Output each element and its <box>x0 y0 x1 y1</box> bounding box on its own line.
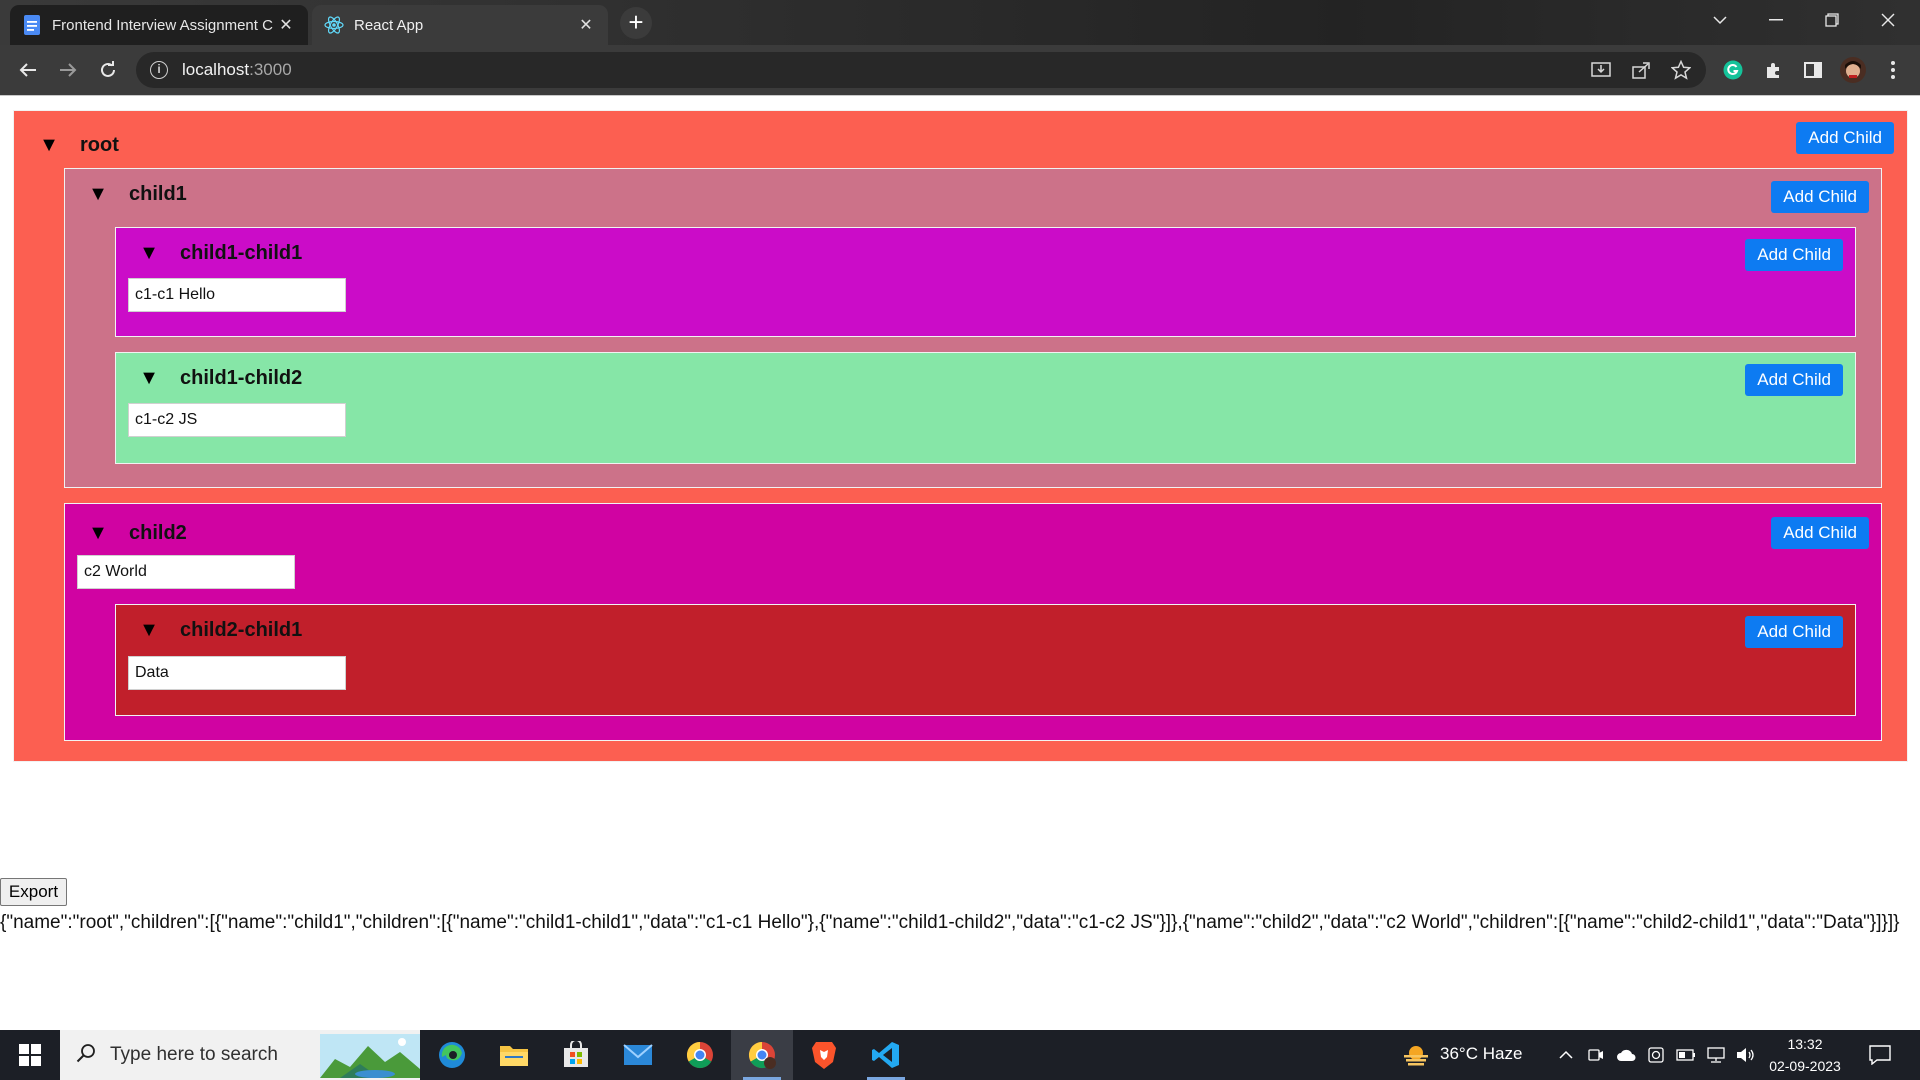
windows-start-icon[interactable] <box>0 1030 60 1080</box>
add-child-button[interactable]: Add Child <box>1745 616 1843 648</box>
new-tab-icon[interactable]: + <box>620 7 652 39</box>
weather-text[interactable]: 36°C Haze <box>1440 1044 1522 1064</box>
node-name: child1-child2 <box>180 366 303 389</box>
collapse-triangle-icon[interactable]: ▼ <box>138 368 160 388</box>
back-icon[interactable] <box>12 54 44 86</box>
grammarly-icon[interactable] <box>1720 57 1746 83</box>
weather-haze-icon <box>1402 1042 1430 1068</box>
share-icon[interactable] <box>1628 57 1654 83</box>
onedrive-cloud-icon[interactable] <box>1616 1045 1636 1065</box>
address-port: :3000 <box>249 60 292 79</box>
collapse-triangle-icon[interactable]: ▼ <box>87 523 109 543</box>
volume-icon[interactable] <box>1736 1045 1756 1065</box>
browser-toolbar: i localhost :3000 <box>0 45 1920 95</box>
browser-tab-strip: Frontend Interview Assignment C ✕ React … <box>0 0 1920 45</box>
clock-time: 13:32 <box>1787 1036 1823 1052</box>
node-name: root <box>80 133 119 156</box>
chrome-icon[interactable] <box>669 1030 731 1080</box>
edge-app-icon[interactable] <box>421 1030 483 1080</box>
tree-node-child1-child2: ▼ child1-child2 Add Child <box>115 352 1856 464</box>
node-name: child2 <box>129 521 187 544</box>
vscode-icon[interactable] <box>855 1030 917 1080</box>
taskbar-search-box[interactable]: Type here to search <box>60 1030 420 1080</box>
collapse-triangle-icon[interactable]: ▼ <box>138 243 160 263</box>
node-name: child1-child1 <box>180 241 303 264</box>
collapse-triangle-icon[interactable]: ▼ <box>138 620 160 640</box>
docs-icon <box>22 15 42 35</box>
forward-icon[interactable] <box>52 54 84 86</box>
brave-icon[interactable] <box>793 1030 855 1080</box>
node-header: ▼ child1-child2 <box>138 353 302 403</box>
collapse-triangle-icon[interactable]: ▼ <box>38 135 60 155</box>
windows-taskbar: Type here to search 36°C Haze 13:32 02-0… <box>0 1030 1920 1080</box>
node-data-input[interactable] <box>77 555 295 589</box>
node-header: ▼ child2 <box>87 508 187 558</box>
react-icon <box>324 15 344 35</box>
tab-react-app[interactable]: React App ✕ <box>312 5 608 45</box>
install-app-icon[interactable] <box>1588 57 1614 83</box>
restore-icon[interactable] <box>1804 0 1860 40</box>
network-icon[interactable] <box>1706 1045 1726 1065</box>
search-highlight-illustration <box>320 1034 420 1078</box>
address-bar[interactable]: i localhost :3000 <box>136 52 1706 88</box>
battery-icon[interactable] <box>1676 1045 1696 1065</box>
node-name: child2-child1 <box>180 618 303 641</box>
tree-node-child1-child1: ▼ child1-child1 Add Child <box>115 227 1856 337</box>
node-header: ▼ child1-child1 <box>138 228 302 278</box>
node-data-input[interactable] <box>128 278 346 312</box>
chrome-profile-app-icon[interactable] <box>731 1030 793 1080</box>
address-host: localhost <box>182 60 250 79</box>
meet-now-icon[interactable] <box>1586 1045 1606 1065</box>
tab-search-chevron-icon[interactable] <box>1692 0 1748 40</box>
notifications-icon[interactable] <box>1868 1043 1892 1067</box>
node-header: ▼ child1 <box>87 169 187 219</box>
close-window-icon[interactable] <box>1860 0 1916 40</box>
add-child-button[interactable]: Add Child <box>1745 364 1843 396</box>
tree-node-root: ▼ root Add Child ▼ child1 Add Child ▼ ch… <box>13 110 1908 762</box>
tree-node-child1: ▼ child1 Add Child ▼ child1-child1 Add C… <box>64 168 1882 488</box>
menu-kebab-icon[interactable] <box>1880 57 1906 83</box>
close-tab-icon[interactable]: ✕ <box>276 15 296 35</box>
close-tab-icon[interactable]: ✕ <box>576 15 596 35</box>
node-header: ▼ child2-child1 <box>138 605 302 655</box>
minimize-icon[interactable] <box>1748 0 1804 40</box>
node-header: ▼ root <box>38 120 119 170</box>
security-icon[interactable] <box>1646 1045 1666 1065</box>
tab-title: Frontend Interview Assignment C <box>52 16 273 34</box>
site-info-icon[interactable]: i <box>150 61 168 79</box>
search-placeholder: Type here to search <box>110 1044 278 1065</box>
tree-node-child2-child1: ▼ child2-child1 Add Child <box>115 604 1856 716</box>
mail-icon[interactable] <box>607 1030 669 1080</box>
node-data-input[interactable] <box>128 403 346 437</box>
json-output: {"name":"root","children":[{"name":"chil… <box>0 912 1900 933</box>
bookmark-star-icon[interactable] <box>1668 57 1694 83</box>
react-app-page: ▼ root Add Child ▼ child1 Add Child ▼ ch… <box>0 96 1920 1030</box>
add-child-button[interactable]: Add Child <box>1771 181 1869 213</box>
tab-title: React App <box>354 16 424 34</box>
search-icon <box>76 1043 96 1068</box>
clock-date: 02-09-2023 <box>1769 1058 1841 1074</box>
extensions-icon[interactable] <box>1760 57 1786 83</box>
profile-avatar[interactable] <box>1840 57 1866 83</box>
system-clock[interactable]: 13:32 02-09-2023 <box>1760 1033 1850 1077</box>
microsoft-store-icon[interactable] <box>545 1030 607 1080</box>
add-child-button[interactable]: Add Child <box>1796 122 1894 154</box>
side-panel-icon[interactable] <box>1800 57 1826 83</box>
collapse-triangle-icon[interactable]: ▼ <box>87 184 109 204</box>
file-explorer-icon[interactable] <box>483 1030 545 1080</box>
add-child-button[interactable]: Add Child <box>1745 239 1843 271</box>
chevron-up-icon[interactable] <box>1556 1045 1576 1065</box>
node-name: child1 <box>129 182 187 205</box>
add-child-button[interactable]: Add Child <box>1771 517 1869 549</box>
node-data-input[interactable] <box>128 656 346 690</box>
tab-frontend-interview-assignment[interactable]: Frontend Interview Assignment C ✕ <box>10 5 308 45</box>
reload-icon[interactable] <box>92 54 124 86</box>
export-button[interactable]: Export <box>0 878 67 906</box>
tree-node-child2: ▼ child2 Add Child ▼ child2-child1 Add C… <box>64 503 1882 741</box>
